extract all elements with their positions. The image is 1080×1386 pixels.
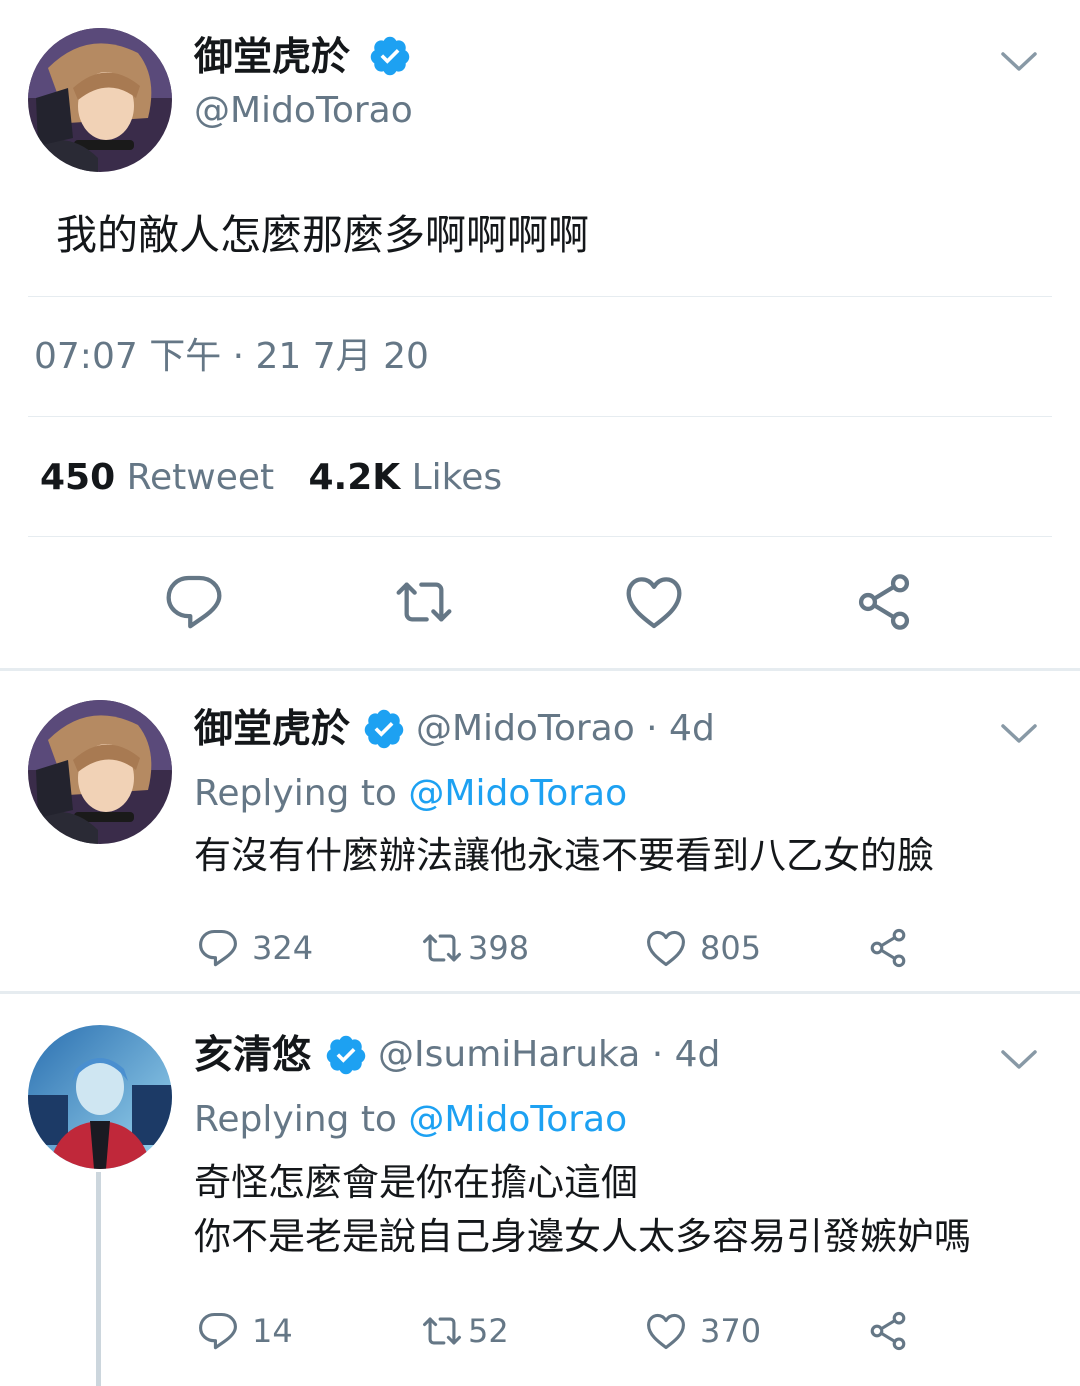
like-action[interactable]: 370 [644,1309,761,1353]
reply-icon[interactable] [196,1309,240,1353]
likes-count[interactable]: 4.2K [308,457,400,498]
divider [28,536,1052,537]
likes-label[interactable]: Likes [412,457,503,498]
retweet-icon[interactable] [420,926,464,970]
like-icon[interactable] [644,926,688,970]
reply-text-line: 你不是老是說自己身邊女人太多容易引發嫉妒嗎 [194,1214,971,1258]
tweet-timestamp: 07:07 下午 · 21 7月 20 [34,336,429,377]
tweet-stats: 450 Retweet 4.2K Likes [40,460,502,496]
retweet-action[interactable]: 52 [420,1309,509,1353]
like-action[interactable]: 805 [644,926,761,970]
replying-to: Replying to @MidoTorao [194,776,627,812]
thread-connector [96,1172,101,1386]
reply-text: 奇怪怎麼會是你在擔心這個 你不是老是說自己身邊女人太多容易引發嫉妒嗎 [194,1156,971,1263]
author-name[interactable]: 御堂虎於 [194,38,350,77]
reply-handle-time[interactable]: @MidoTorao · 4d [416,711,715,747]
share-icon[interactable] [866,1309,910,1353]
share-action[interactable] [866,926,910,970]
avatar-mido-torao[interactable] [28,28,172,172]
reply-text: 有沒有什麼辦法讓他永遠不要看到八乙女的臉 [194,829,934,883]
reply-author-name[interactable]: 亥清悠 [194,1036,311,1075]
share-action[interactable] [866,1309,910,1353]
reply-author-name[interactable]: 御堂虎於 [194,710,350,749]
reply-text-line: 有沒有什麼辦法讓他永遠不要看到八乙女的臉 [194,834,934,877]
like-icon[interactable] [622,570,686,634]
chevron-down-icon[interactable] [1000,722,1038,746]
avatar-isumi-haruka[interactable] [28,1025,172,1169]
reply-count: 324 [252,929,314,967]
like-count: 370 [700,1312,762,1350]
replying-to-prefix: Replying to [194,1099,397,1140]
retweet-action[interactable]: 398 [420,926,529,970]
reply-text-line: 奇怪怎麼會是你在擔心這個 [194,1161,638,1204]
retweet-icon[interactable] [420,1309,464,1353]
retweet-count: 398 [468,929,530,967]
author-handle[interactable]: @MidoTorao [194,93,413,129]
divider [28,416,1052,417]
mention-link[interactable]: @MidoTorao [408,773,627,814]
share-icon[interactable] [866,926,910,970]
verified-badge-icon [326,1035,366,1075]
share-icon[interactable] [852,570,916,634]
retweet-label[interactable]: Retweet [127,457,275,498]
section-divider [0,991,1080,994]
reply-action[interactable]: 14 [196,1309,293,1353]
reply-icon[interactable] [162,570,226,634]
chevron-down-icon[interactable] [1000,1048,1038,1072]
chevron-down-icon[interactable] [1000,50,1038,74]
replying-to-prefix: Replying to [194,773,397,814]
reply-count: 14 [252,1312,293,1350]
tweet-text: 我的敵人怎麼那麼多啊啊啊啊 [56,211,589,259]
avatar-mido-torao[interactable] [28,700,172,844]
reply-action[interactable]: 324 [196,926,313,970]
verified-badge-icon [370,36,410,76]
like-count: 805 [700,929,762,967]
section-divider [0,668,1080,671]
retweet-count[interactable]: 450 [40,457,115,498]
retweet-count: 52 [468,1312,509,1350]
divider [28,296,1052,297]
mention-link[interactable]: @MidoTorao [408,1099,627,1140]
reply-handle-time[interactable]: @IsumiHaruka · 4d [378,1037,720,1073]
like-icon[interactable] [644,1309,688,1353]
retweet-icon[interactable] [392,570,456,634]
verified-badge-icon [364,709,404,749]
replying-to: Replying to @MidoTorao [194,1102,627,1138]
reply-icon[interactable] [196,926,240,970]
